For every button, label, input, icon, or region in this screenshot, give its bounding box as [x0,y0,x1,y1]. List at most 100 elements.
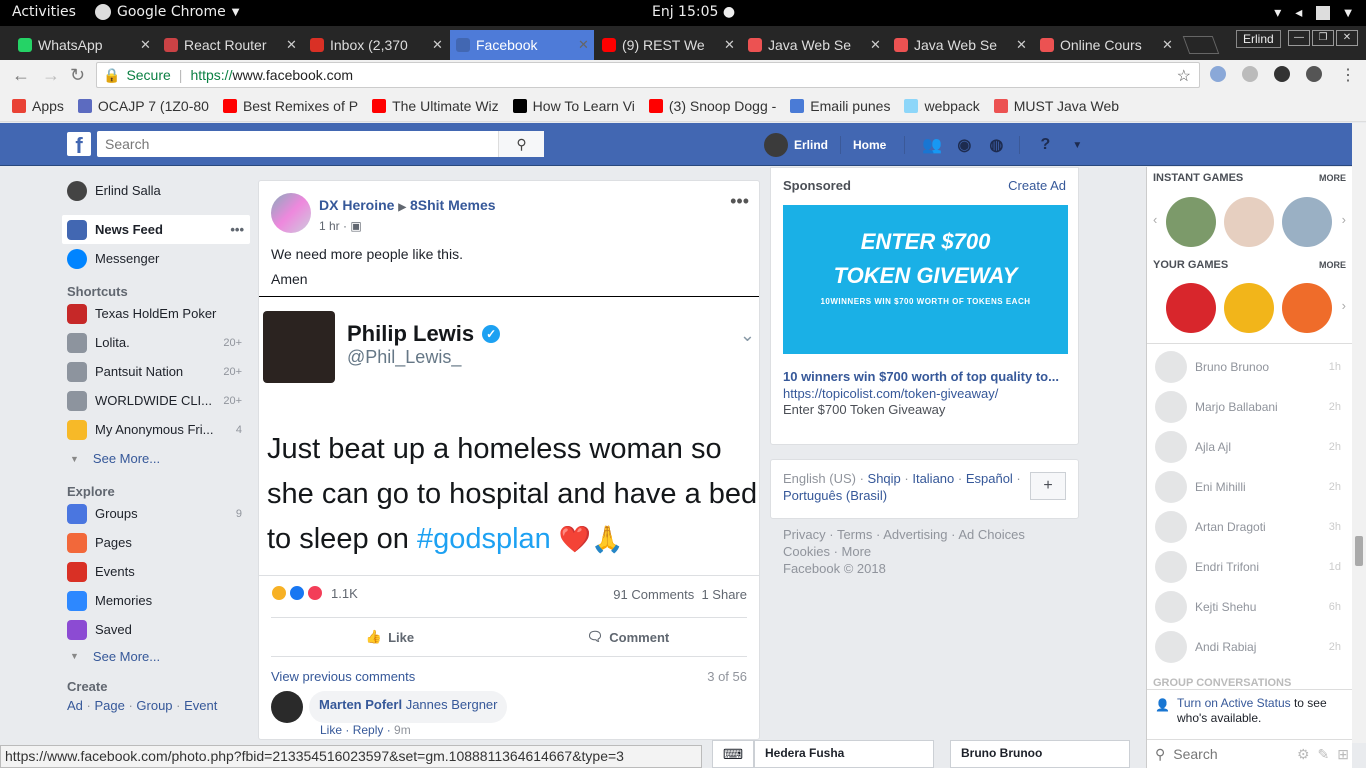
create-link[interactable]: Ad [67,698,83,713]
instant-games-more[interactable]: MORE [1319,173,1346,183]
post-time[interactable]: 1 hr · [319,219,347,233]
browser-tab[interactable]: Java Web Se ✕ [742,30,886,60]
chat-tab[interactable]: Bruno Brunoo [950,740,1130,768]
notifications-globe-icon[interactable]: ◍ [985,134,1007,156]
bookmark-item[interactable]: OCAJP 7 (1Z0-80 [77,98,209,114]
extension-icon[interactable] [1210,66,1226,82]
post-author[interactable]: DX Heroine [319,197,394,213]
facebook-logo-icon[interactable]: f [67,132,91,158]
profile-chip[interactable]: Erlind [1236,30,1281,48]
browser-tab[interactable]: Inbox (2,370 ✕ [304,30,448,60]
comment-reply-link[interactable]: Reply [353,723,384,737]
close-window-button[interactable]: ✕ [1336,30,1358,46]
extension-icon[interactable] [1274,66,1290,82]
post-options-icon[interactable]: ••• [730,191,749,212]
footer-link[interactable]: Ad Choices [958,527,1024,542]
chat-contact[interactable]: Ajla Ajl 2h [1155,431,1347,463]
chevron-right-icon[interactable]: › [1342,298,1346,313]
ad-headline[interactable]: 10 winners win $700 worth of top quality… [783,369,1068,384]
system-tray[interactable]: ▾ ◂ ▼ [1274,5,1352,21]
chat-contact[interactable]: Artan Dragoti 3h [1155,511,1347,543]
explore-item[interactable]: Groups 9 [62,499,250,528]
footer-link[interactable]: Terms [837,527,872,542]
active-status-link[interactable]: Turn on Active Status [1177,696,1291,710]
comment-author[interactable]: Marten Poferl [319,697,402,712]
ad-image[interactable]: ENTER $700 TOKEN GIVEWAY 10WINNERS WIN $… [783,205,1068,354]
close-tab-icon[interactable]: ✕ [578,37,594,53]
chat-contact[interactable]: Marjo Ballabani 2h [1155,391,1347,423]
explore-item[interactable]: Pages [62,528,250,557]
extension-icon[interactable] [1242,66,1258,82]
avatar[interactable] [764,133,788,157]
nav-item-news-feed[interactable]: News Feed ••• [62,215,250,244]
bookmark-item[interactable]: MUST Java Web [993,98,1119,114]
footer-link[interactable]: Cookies [783,544,830,559]
comment-button[interactable]: 🗨 Comment [509,618,747,656]
bookmark-item[interactable]: How To Learn Vi [512,98,635,114]
language-link[interactable]: Shqip [868,471,901,486]
bookmark-item[interactable]: The Ultimate Wiz [372,98,499,114]
shares-count[interactable]: 1 Share [701,587,747,602]
chat-search[interactable]: ⚲ Search ⚙ ✎ ⊞ [1147,739,1353,768]
close-tab-icon[interactable]: ✕ [1016,37,1032,53]
comment-tag[interactable]: Jannes Bergner [406,697,498,712]
options-icon[interactable]: ••• [230,222,244,237]
close-tab-icon[interactable]: ✕ [870,37,886,53]
reload-icon[interactable]: ↻ [70,65,85,86]
shortcut-item[interactable]: WORLDWIDE CLI... 20+ [62,386,250,415]
forward-icon[interactable]: → [42,65,60,86]
language-link[interactable]: Italiano [912,471,954,486]
candy-game-icon[interactable] [1282,283,1332,333]
post-image[interactable]: Philip Lewis ✓ @Phil_Lewis_ ⌄ Just beat u… [259,296,759,576]
group-chat-icon[interactable]: ⊞ [1337,746,1349,763]
close-tab-icon[interactable]: ✕ [1162,37,1178,53]
create-link[interactable]: Page [94,698,124,713]
clock[interactable]: Enj 15:05 ● [652,4,735,20]
keyboard-icon[interactable]: ⌨ [712,740,754,768]
create-link[interactable]: Group [136,698,172,713]
bookmark-star-icon[interactable]: ☆ [1177,66,1191,86]
language-link[interactable]: Português (Brasil) [783,488,887,503]
close-tab-icon[interactable]: ✕ [286,37,302,53]
browser-tab[interactable]: Online Cours ✕ [1034,30,1178,60]
address-bar[interactable]: 🔒 Secure | https:// www.facebook.com ☆ [96,62,1200,88]
avatar[interactable] [271,193,311,233]
browser-tab[interactable]: WhatsApp ✕ [12,30,156,60]
page-scrollbar[interactable] [1352,123,1366,743]
game-tile[interactable] [1166,197,1216,247]
chat-contact[interactable]: Andi Rabiaj 2h [1155,631,1347,663]
chat-search-input[interactable]: Search [1173,746,1217,762]
shortcut-item[interactable]: Pantsuit Nation 20+ [62,357,250,386]
chat-contact[interactable]: Eni Mihilli 2h [1155,471,1347,503]
comment-like-link[interactable]: Like [320,723,342,737]
shortcut-item[interactable]: Lolita. 20+ [62,328,250,357]
chat-contact[interactable]: Endri Trifoni 1d [1155,551,1347,583]
comments-count[interactable]: 91 Comments [613,587,694,602]
game-tile[interactable] [1224,197,1274,247]
nav-item-messenger[interactable]: Messenger [62,244,250,273]
bookmark-item[interactable]: Emaili punes [790,98,890,114]
explore-item[interactable]: Events [62,557,250,586]
footer-link[interactable]: Advertising [883,527,947,542]
maximize-button[interactable]: ❐ [1312,30,1334,46]
chat-tab[interactable]: Hedera Fusha [754,740,934,768]
app-menu[interactable]: Google Chrome ▼ [95,4,239,20]
messenger-icon[interactable]: ◉ [953,134,975,156]
bookmark-item[interactable]: Apps [12,98,64,114]
bookmark-item[interactable]: (3) Snoop Dogg - [648,98,776,114]
poker-game-icon[interactable] [1166,283,1216,333]
footer-link[interactable]: More [842,544,872,559]
activities-button[interactable]: Activities [12,4,76,20]
chat-contact[interactable]: Kejti Shehu 6h [1155,591,1347,623]
home-link[interactable]: Home [853,138,886,152]
footer-link[interactable]: Privacy [783,527,826,542]
settings-icon[interactable]: ⚙ [1297,746,1310,763]
minimize-button[interactable]: — [1288,30,1310,46]
browser-tab[interactable]: (9) REST We ✕ [596,30,740,60]
ad-url[interactable]: https://topicolist.com/token-giveaway/ [783,386,998,401]
explore-item[interactable]: Saved [62,615,250,644]
game-tile[interactable] [1282,197,1332,247]
view-previous-comments[interactable]: View previous comments [271,669,415,684]
new-tab-button[interactable] [1182,36,1220,54]
shortcut-item[interactable]: My Anonymous Fri... 4 [62,415,250,444]
